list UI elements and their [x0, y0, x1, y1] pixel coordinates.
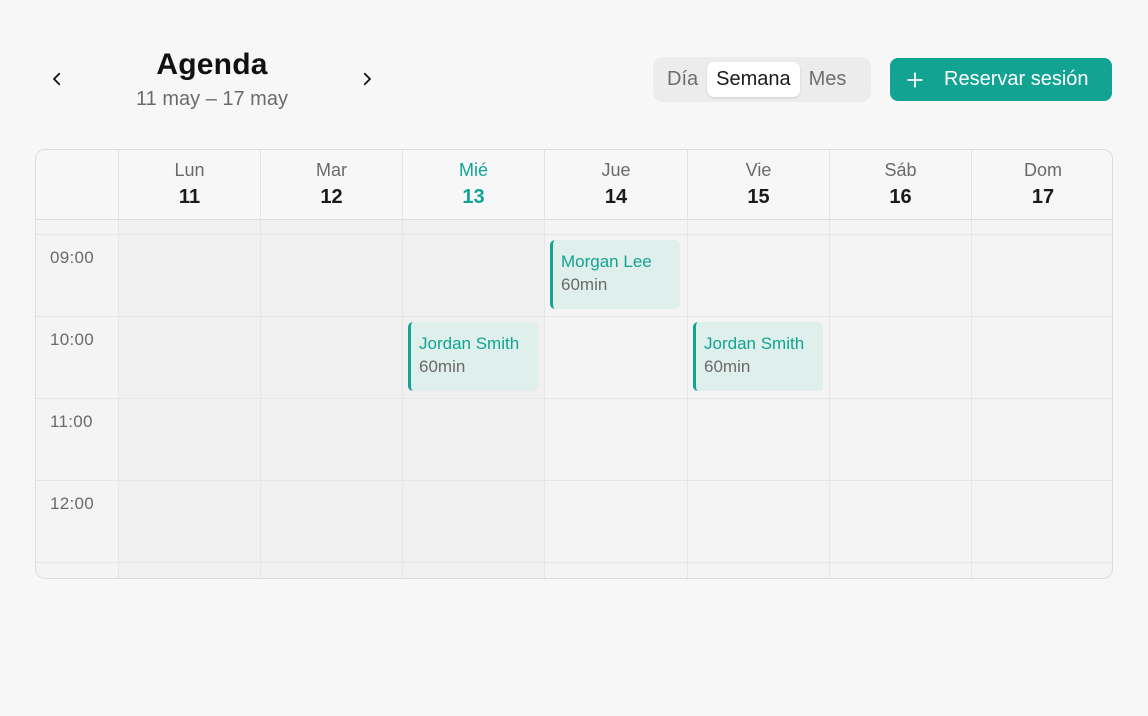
event-duration: 60min: [704, 357, 751, 376]
calendar-grid: 09:00 10:00 11:00 12:00 Morgan Lee 60min…: [36, 220, 1112, 578]
time-label: 10:00: [50, 330, 95, 349]
day-name: Mar: [316, 160, 347, 180]
chevron-left-icon: [53, 72, 61, 86]
day-column-sab[interactable]: [829, 220, 971, 578]
time-label: 09:00: [50, 248, 95, 267]
day-number: 11: [178, 186, 201, 208]
day-name: Vie: [745, 160, 772, 180]
hour-line: [36, 234, 1112, 235]
hour-line: [36, 316, 1112, 317]
day-column-mie[interactable]: [402, 220, 544, 578]
day-header-sab[interactable]: Sáb 16: [829, 150, 971, 220]
day-header-mar[interactable]: Mar 12: [260, 150, 402, 220]
event-card[interactable]: Jordan Smith 60min: [693, 322, 823, 391]
hour-line: [36, 398, 1112, 399]
day-header-mie-today[interactable]: Mié 13: [402, 150, 544, 220]
title-block: Agenda 11 may – 17 may: [112, 46, 312, 112]
hour-line: [36, 480, 1112, 481]
view-option-day[interactable]: Día: [658, 62, 707, 97]
view-option-month[interactable]: Mes: [800, 62, 856, 97]
date-range: 11 may – 17 may: [136, 88, 288, 110]
day-header-jue[interactable]: Jue 14: [544, 150, 687, 220]
day-name: Sáb: [884, 160, 917, 180]
event-client-name: Jordan Smith: [704, 334, 805, 353]
time-gutter: [36, 220, 118, 578]
view-option-week[interactable]: Semana: [707, 62, 800, 97]
hour-line: [36, 562, 1112, 563]
day-number: 17: [1031, 186, 1055, 208]
event-client-name: Jordan Smith: [419, 334, 520, 353]
week-calendar: 09:00 10:00 11:00 12:00 Morgan Lee 60min…: [35, 149, 1113, 579]
day-header-lun[interactable]: Lun 11: [118, 150, 260, 220]
day-header-dom[interactable]: Dom 17: [971, 150, 1112, 220]
day-header-row: Lun 11 Mar 12 Mié 13 Jue 14 Vie 15 Sáb 1…: [36, 150, 1112, 220]
plus-icon: [907, 71, 923, 88]
day-name: Dom: [1023, 160, 1062, 180]
day-header-vie[interactable]: Vie 15: [687, 150, 829, 220]
chevron-right-icon: [363, 72, 371, 86]
day-column-dom[interactable]: [971, 220, 1112, 578]
event-client-name: Morgan Lee: [561, 252, 652, 271]
prev-week-button[interactable]: [40, 62, 74, 96]
day-number: 13: [462, 186, 485, 208]
day-number: 12: [320, 186, 343, 208]
view-switcher: Día Semana Mes: [653, 57, 871, 102]
day-column-vie[interactable]: [687, 220, 829, 578]
time-label: 12:00: [50, 494, 95, 513]
event-card[interactable]: Morgan Lee 60min: [550, 240, 680, 309]
event-duration: 60min: [561, 275, 608, 294]
day-name: Mié: [458, 160, 488, 180]
book-session-button[interactable]: Reservar sesión: [890, 58, 1112, 101]
day-name: Jue: [601, 160, 631, 180]
day-number: 16: [889, 186, 912, 208]
day-number: 15: [747, 186, 770, 208]
page-title: Agenda: [156, 48, 268, 81]
book-session-label: Reservar sesión: [944, 68, 1089, 90]
event-duration: 60min: [419, 357, 466, 376]
day-column-lun[interactable]: [118, 220, 260, 578]
time-label: 11:00: [50, 412, 93, 431]
day-column-mar[interactable]: [260, 220, 402, 578]
event-card[interactable]: Jordan Smith 60min: [408, 322, 538, 391]
next-week-button[interactable]: [350, 62, 384, 96]
day-number: 14: [604, 186, 628, 208]
day-name: Lun: [174, 160, 205, 180]
